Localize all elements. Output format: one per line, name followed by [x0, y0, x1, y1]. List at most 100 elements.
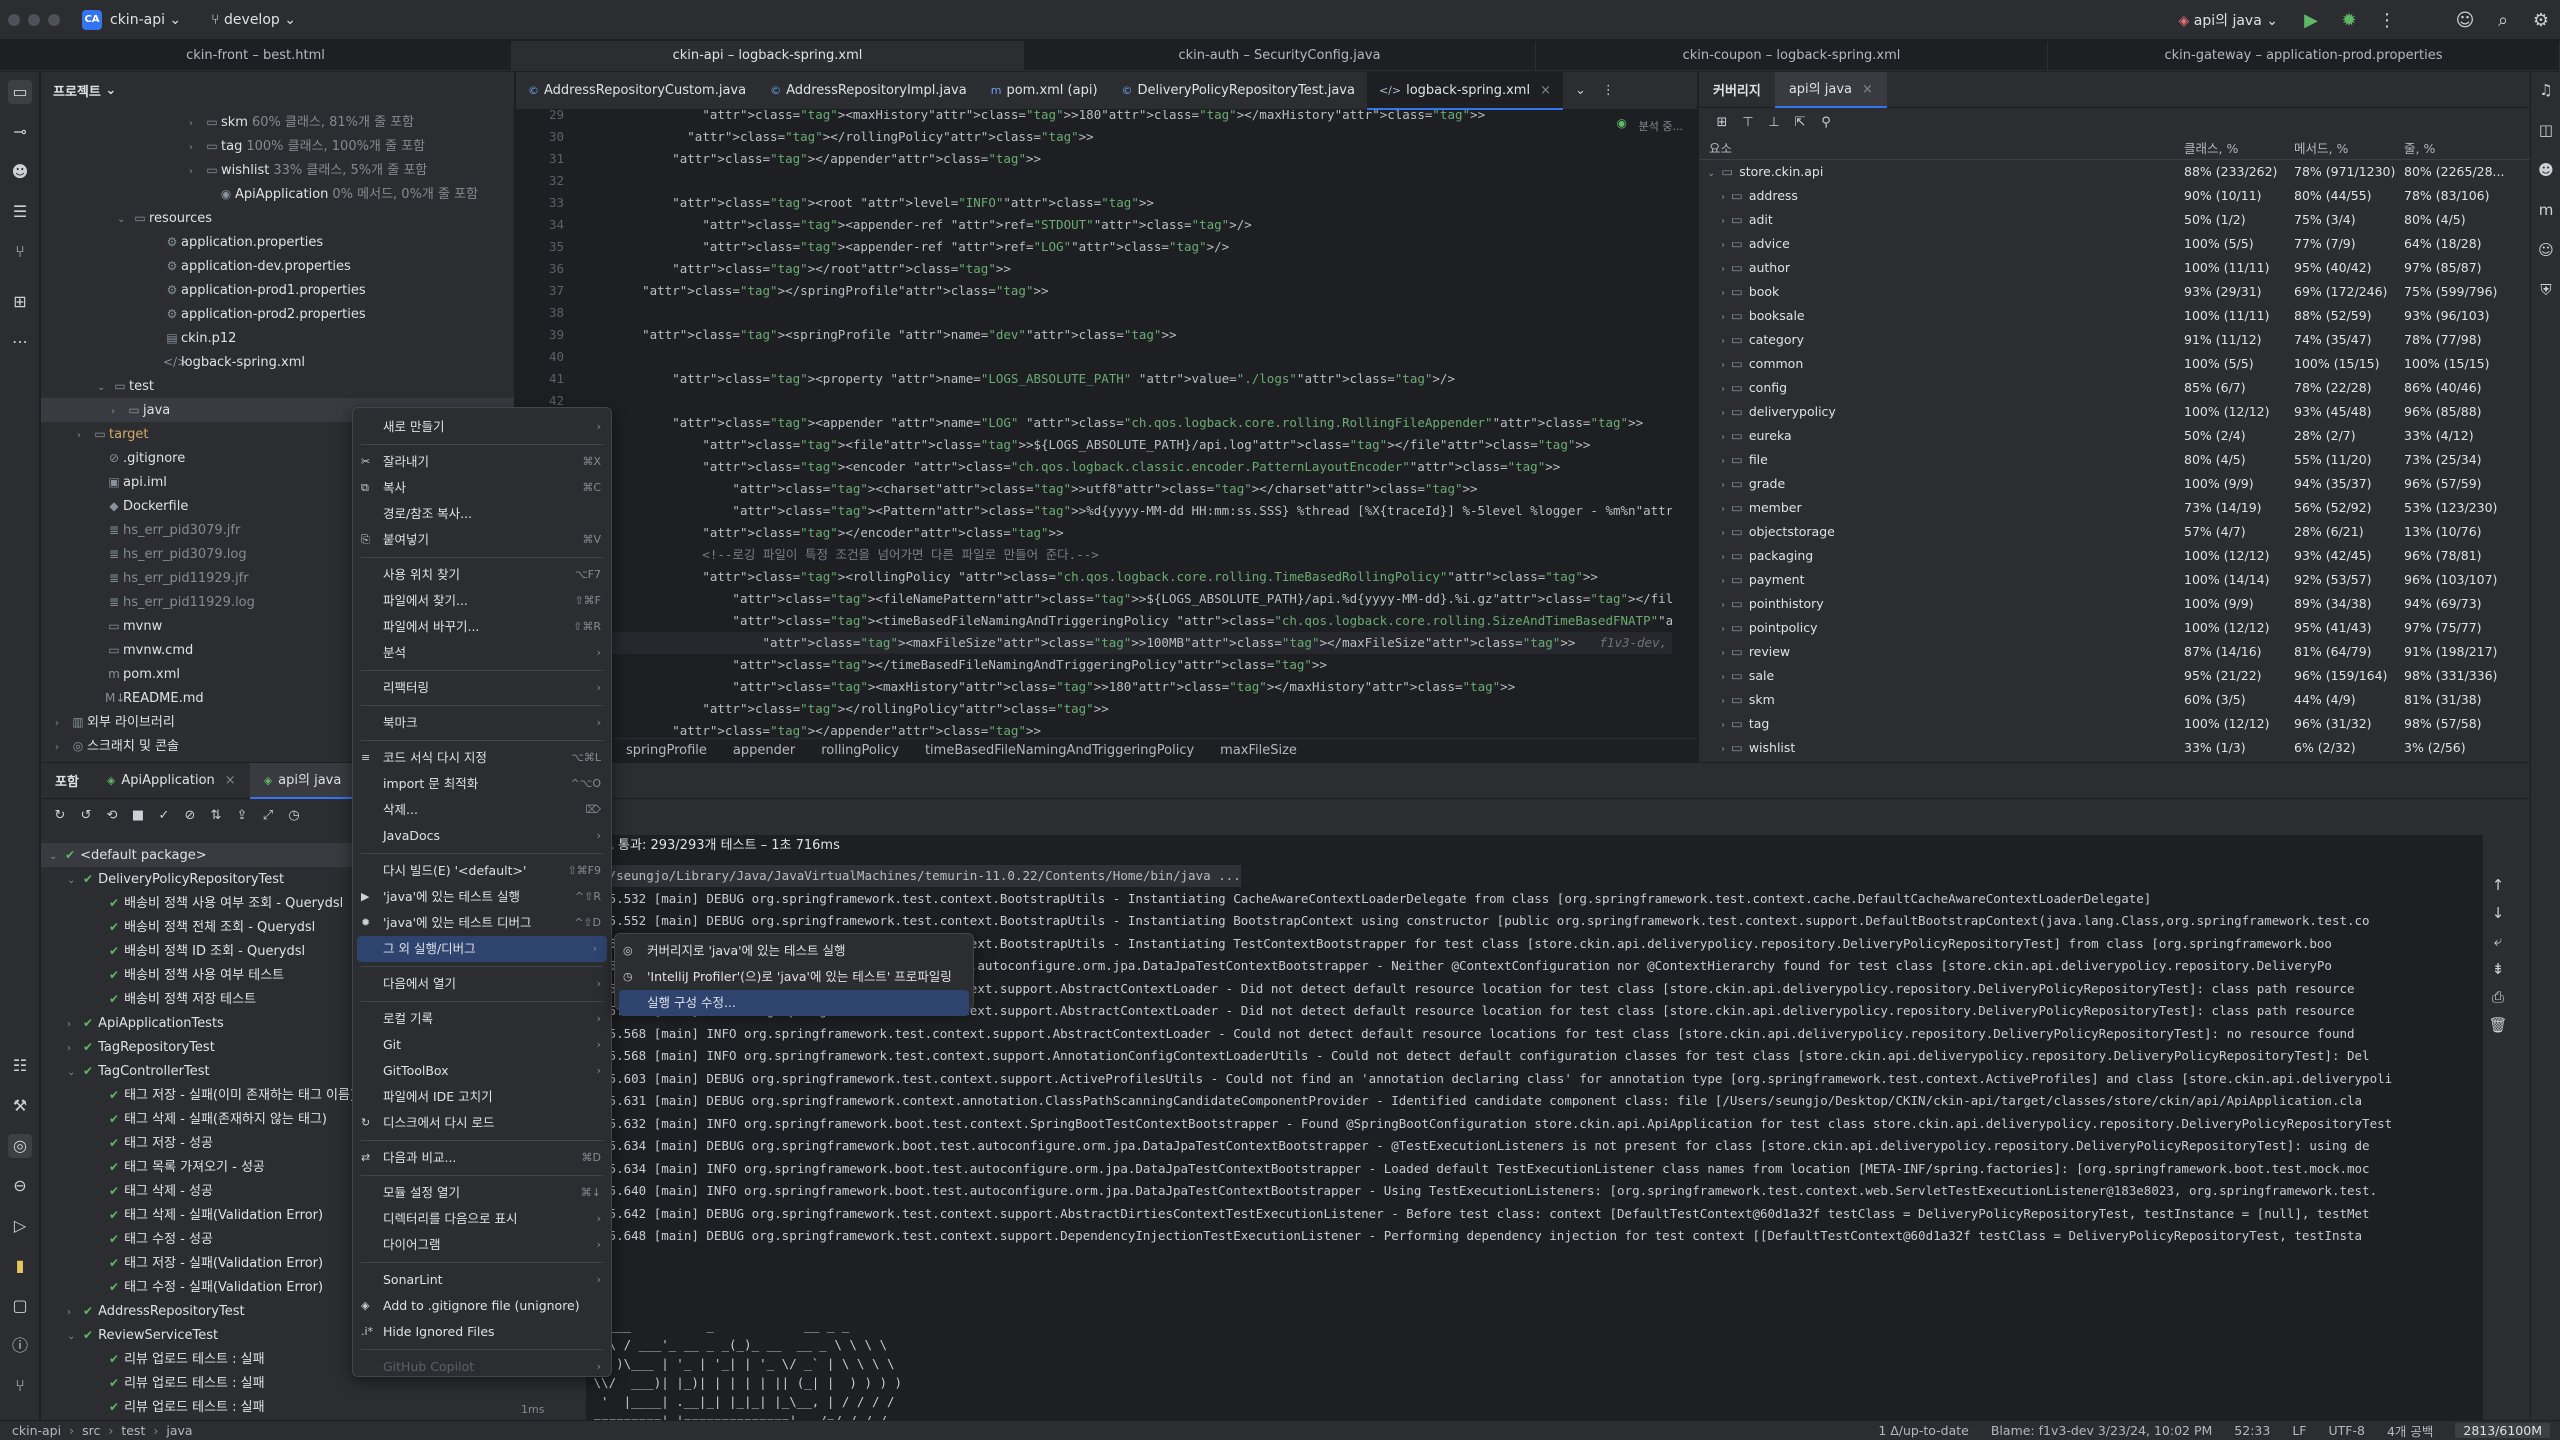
tabs-more-icon[interactable]: ⋮ [1602, 83, 1615, 98]
git-branches-icon[interactable]: ⑂ [8, 240, 32, 264]
context-menu-item[interactable]: 분석 › [353, 640, 611, 666]
context-menu-item[interactable]: ◈ Add to .gitignore file (unignore) [353, 1293, 611, 1319]
expand-icon[interactable]: › [1721, 600, 1725, 611]
close-tab-icon[interactable]: × [1862, 82, 1873, 97]
soft-wrap-icon[interactable]: ⤶ [2488, 931, 2508, 951]
copilot-chat-icon[interactable]: ☻ [2536, 160, 2556, 180]
coverage-row[interactable]: › ▭ config 85% (6/7) 78% (22/28) 86% (40/46) [1699, 376, 2530, 400]
expand-icon[interactable]: › [1721, 432, 1725, 443]
run-tool-icon[interactable]: ◎ [8, 1134, 32, 1158]
context-menu-item[interactable]: 리팩터링 › [353, 675, 611, 701]
console-output[interactable]: 스트 통과: 293/293개 테스트 – 1초 716ms ers/seung… [586, 835, 2511, 1420]
expand-icon[interactable]: › [1721, 384, 1725, 395]
expand-icon[interactable]: › [1721, 456, 1725, 467]
expand-icon[interactable]: › [1721, 312, 1725, 323]
expand-icon[interactable]: › [1721, 192, 1725, 203]
status-path-item[interactable]: test [121, 1423, 145, 1438]
expand-icon[interactable]: ⤢ [255, 808, 281, 823]
context-menu-item[interactable]: ✂ 잘라내기 ⌘X [353, 449, 611, 475]
coverage-row[interactable]: › ▭ author 100% (11/11) 95% (40/42) 97% (85/8… [1699, 256, 2530, 280]
context-menu-item[interactable]: JavaDocs › [353, 823, 611, 849]
close-tab-icon[interactable]: × [1540, 83, 1551, 98]
submenu-item[interactable]: ◎ 커버리지로 'java'에 있는 테스트 실행 [615, 938, 973, 964]
structure-icon[interactable]: ⊞ [8, 290, 32, 314]
window-tab[interactable]: ckin-front – best.html [0, 41, 512, 70]
sort-icon[interactable]: ⇅ [203, 808, 229, 823]
editor-tab[interactable]: m pom.xml (api) [979, 72, 1110, 110]
project-tree-item[interactable]: ⚙ application.properties [41, 230, 514, 254]
clear-icon[interactable]: 🗑 [2488, 1015, 2508, 1035]
breadcrumb-item[interactable]: rollingPolicy [821, 743, 899, 758]
expand-icon[interactable]: › [1721, 576, 1725, 587]
tree-expand-icon[interactable]: › [189, 160, 203, 184]
expand-icon[interactable]: › [1721, 360, 1725, 371]
expand-icon[interactable]: › [1721, 504, 1725, 515]
context-menu-item[interactable]: GitToolBox › [353, 1058, 611, 1084]
status-item[interactable]: 2813/6100M [2455, 1423, 2550, 1438]
context-menu-item[interactable]: 다시 빌드(E) '<default>' ⇧⌘F9 [353, 858, 611, 884]
scroll-end-icon[interactable]: ⇟ [2488, 959, 2508, 979]
expand-icon[interactable]: › [1721, 288, 1725, 299]
expand-icon[interactable]: › [1721, 216, 1725, 227]
status-item[interactable]: 1 Δ/up-to-date [1878, 1423, 1969, 1438]
expand-icon[interactable]: › [1721, 672, 1725, 683]
show-ignored-icon[interactable]: ⊘ [177, 808, 203, 823]
project-tree-item[interactable]: › ▭ wishlist 33% 클래스, 5%개 줄 포함 [41, 158, 514, 184]
debug-icon[interactable]: ✹ [2330, 10, 2368, 31]
context-menu-item[interactable]: 디렉터리를 다음으로 표시 › [353, 1206, 611, 1232]
coverage-row[interactable]: › ▭ wishlist 33% (1/3) 6% (2/32) 3% (2/56) [1699, 736, 2530, 760]
coverage-row[interactable]: › ▭ grade 100% (9/9) 94% (35/37) 96% (57/59) [1699, 472, 2530, 496]
context-menu-item[interactable]: 경로/참조 복사... [353, 501, 611, 527]
window-tab[interactable]: ckin-auth – SecurityConfig.java [1024, 41, 1536, 70]
context-menu-item[interactable]: ✹ 'java'에 있는 테스트 디버그 ^⇧D [353, 910, 611, 936]
coverage-row[interactable]: › ▭ skm 60% (3/5) 44% (4/9) 81% (31/38) [1699, 688, 2530, 712]
expand-icon[interactable]: › [1721, 648, 1725, 659]
stop-icon[interactable]: ■ [125, 808, 151, 823]
coverage-row[interactable]: › ▭ advice 100% (5/5) 77% (7/9) 64% (18/28) [1699, 232, 2530, 256]
expand-icon[interactable]: › [1721, 336, 1725, 347]
context-menu-item[interactable]: 북마크 › [353, 710, 611, 736]
coverage-row[interactable]: › ▭ review 87% (14/16) 81% (64/79) 91% (198/2… [1699, 640, 2530, 664]
context-menu-item[interactable]: Git › [353, 1032, 611, 1058]
maven-icon[interactable]: m [2536, 200, 2556, 220]
context-menu-item[interactable]: 로컬 기록 › [353, 1006, 611, 1032]
editor-tab[interactable]: © AddressRepositoryImpl.java [758, 72, 979, 110]
branch-switcher[interactable]: ⑂ develop ⌄ [211, 12, 296, 28]
database-tool-icon[interactable]: ◫ [2536, 120, 2556, 140]
coverage-row[interactable]: › ▭ tag 100% (12/12) 96% (31/32) 98% (57/58) [1699, 712, 2530, 736]
import-tests-icon[interactable]: ⇪ [229, 808, 255, 823]
submenu-item[interactable]: 실행 구성 수정... [619, 990, 969, 1016]
project-panel-header[interactable]: 프로젝트 ⌄ [41, 72, 514, 108]
tree-expand-icon[interactable]: › [67, 1301, 83, 1325]
terminal-icon[interactable]: ▢ [8, 1294, 32, 1318]
coverage-row[interactable]: › ▭ file 80% (4/5) 55% (11/20) 73% (25/34) [1699, 448, 2530, 472]
git-icon[interactable]: ⑂ [8, 1374, 32, 1398]
expand-icon[interactable]: › [1721, 552, 1725, 563]
rerun-icon[interactable]: ↻ [47, 808, 73, 823]
breadcrumb-item[interactable]: maxFileSize [1220, 743, 1297, 758]
expand-icon[interactable]: › [1721, 240, 1725, 251]
status-item[interactable]: 4개 공백 [2387, 1421, 2433, 1440]
coverage-tool-icon[interactable]: ⛨ [2536, 280, 2556, 300]
coverage-row[interactable]: › ▭ address 90% (10/11) 80% (44/55) 78% (83/1… [1699, 184, 2530, 208]
more-icon[interactable]: ⋮ [2368, 10, 2406, 31]
editor-tab[interactable]: © DeliveryPolicyRepositoryTest.java [1110, 72, 1367, 110]
sort-desc-icon[interactable]: ⊥ [1761, 115, 1787, 130]
context-menu-item[interactable]: SonarLint › [353, 1267, 611, 1293]
project-tree-item[interactable]: ▤ ckin.p12 [41, 326, 514, 350]
status-item[interactable]: LF [2292, 1423, 2306, 1438]
coverage-row[interactable]: › ▭ payment 100% (14/14) 92% (53/57) 96% (103… [1699, 568, 2530, 592]
project-tree-item[interactable]: ⚙ application-prod2.properties [41, 302, 514, 326]
coverage-row[interactable]: › ▭ category 91% (11/12) 74% (35/47) 78% (77/… [1699, 328, 2530, 352]
tree-expand-icon[interactable]: ⌄ [67, 869, 83, 893]
col-class[interactable]: 클래스, % [2184, 138, 2238, 157]
toggle-auto-test-icon[interactable]: ⟲ [99, 808, 125, 823]
assistant-icon[interactable]: ☺ [2536, 240, 2556, 260]
coverage-tab[interactable]: 커버리지 [1699, 80, 1775, 99]
tree-expand-icon[interactable]: ⌄ [117, 208, 131, 232]
tree-expand-icon[interactable]: ⌄ [97, 376, 111, 400]
tree-expand-icon[interactable]: › [67, 1013, 83, 1037]
coverage-row[interactable]: › ▭ book 93% (29/31) 69% (172/246) 75% (599/7… [1699, 280, 2530, 304]
project-tree-item[interactable]: </>logback-spring.xml [41, 350, 514, 374]
window-tab[interactable]: ckin-coupon – logback-spring.xml [1536, 41, 2048, 70]
